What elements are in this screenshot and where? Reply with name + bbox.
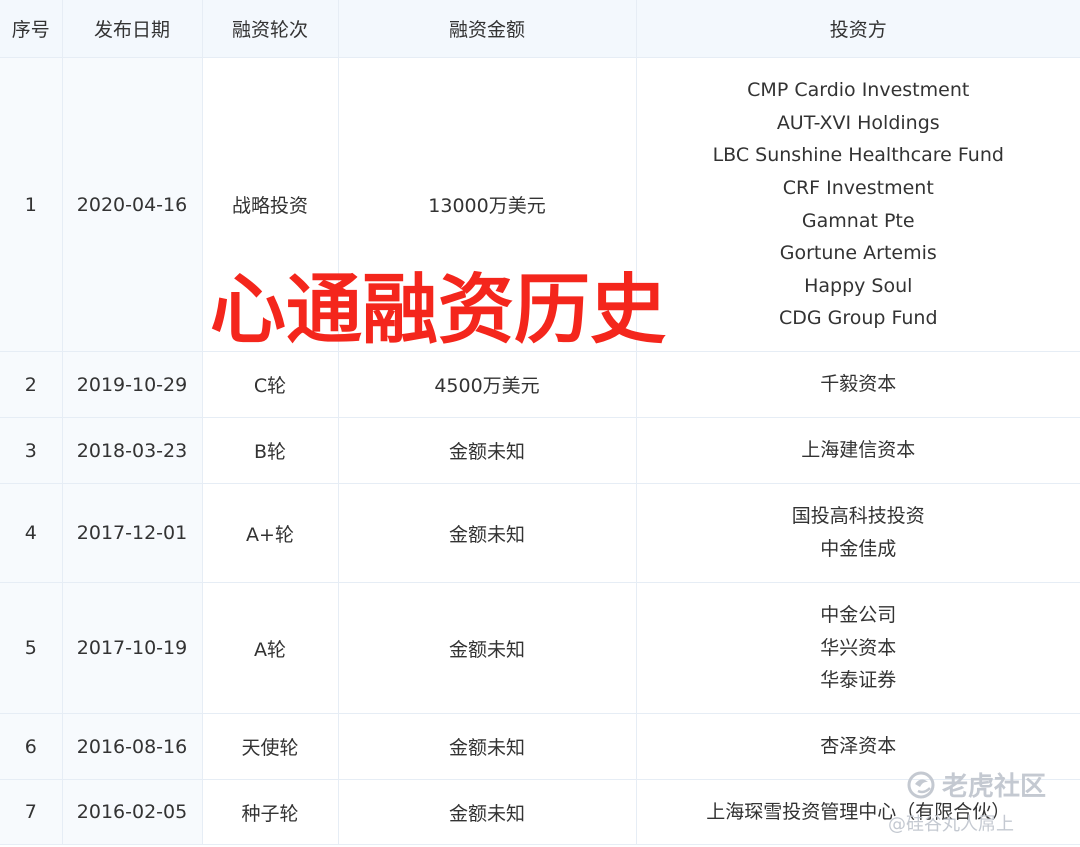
cell-round: A+轮 [202,483,339,583]
cell-date: 2016-08-16 [62,713,203,780]
investor-name: 华泰证券 [820,669,897,692]
cell-index: 2 [0,351,63,418]
investor-name: CDG Group Fund [778,307,938,330]
cell-amount: 4500万美元 [338,351,637,418]
header-index: 序号 [0,0,63,58]
table-row: 3 2018-03-23 B轮 金额未知 上海建信资本 [0,417,1080,484]
cell-index: 5 [0,582,63,714]
tiger-community-logo-icon [906,770,940,800]
table-row: 5 2017-10-19 A轮 金额未知 中金公司 华兴资本 华泰证券 [0,582,1080,714]
cell-amount: 金额未知 [338,483,637,583]
cell-investors: 上海建信资本 [636,417,1080,484]
investor-name: Happy Soul [804,274,913,297]
investor-name: 杏泽资本 [820,735,897,758]
investor-name: Gortune Artemis [779,242,937,265]
header-round: 融资轮次 [202,0,339,58]
investor-name: 中金佳成 [820,538,897,560]
cell-index: 6 [0,713,63,780]
investor-name: AUT-XVI Holdings [776,111,940,134]
cell-index: 4 [0,483,63,583]
watermark-user: @硅谷丸人屌上 [888,814,1014,835]
header-date: 发布日期 [62,0,203,58]
cell-investors: 千毅资本 [636,351,1080,418]
cell-amount: 金额未知 [338,713,637,780]
investor-name: Gamnat Pte [801,209,915,232]
cell-round: B轮 [202,417,339,484]
cell-amount: 金额未知 [338,779,637,845]
header-amount: 融资金额 [338,0,637,58]
watermark: 老虎社区 @硅谷丸人屌上 [882,766,1062,836]
cell-round: 种子轮 [202,779,339,845]
cell-round: C轮 [202,351,339,418]
investor-name: 千毅资本 [820,373,897,396]
investor-name: 中金公司 [820,604,897,627]
investor-name: CRF Investment [782,176,934,199]
table-row: 2 2019-10-29 C轮 4500万美元 千毅资本 [0,351,1080,418]
cell-index: 3 [0,417,63,484]
cell-investors: CMP Cardio Investment AUT-XVI Holdings L… [636,57,1080,352]
cell-date: 2016-02-05 [62,779,203,845]
cell-investors: 国投高科技投资 中金佳成 [636,483,1080,583]
investor-name: 国投高科技投资 [791,505,925,528]
investor-name: 上海建信资本 [801,439,916,462]
cell-date: 2017-10-19 [62,582,203,714]
table-header-row: 序号 发布日期 融资轮次 融资金额 投资方 [0,0,1080,58]
cell-index: 7 [0,779,63,845]
cell-date: 2018-03-23 [62,417,203,484]
investor-name: LBC Sunshine Healthcare Fund [712,144,1004,167]
header-investors: 投资方 [636,0,1080,58]
funding-history-table: 序号 发布日期 融资轮次 融资金额 投资方 1 2020-04-16 战略投资 … [0,0,1080,845]
cell-amount: 金额未知 [338,582,637,714]
cell-round: 天使轮 [202,713,339,780]
cell-date: 2020-04-16 [62,57,203,352]
investor-name: CMP Cardio Investment [747,79,970,102]
cell-date: 2019-10-29 [62,351,203,418]
cell-round: A轮 [202,582,339,714]
cell-investors: 中金公司 华兴资本 华泰证券 [636,582,1080,714]
watermark-brand: 老虎社区 [942,772,1047,802]
cell-index: 1 [0,57,63,352]
investor-name: 华兴资本 [820,636,897,659]
overlay-title: 心通融资历史 [210,265,666,354]
cell-date: 2017-12-01 [62,483,203,583]
cell-amount: 金额未知 [338,417,637,484]
table-row: 4 2017-12-01 A+轮 金额未知 国投高科技投资 中金佳成 [0,483,1080,583]
